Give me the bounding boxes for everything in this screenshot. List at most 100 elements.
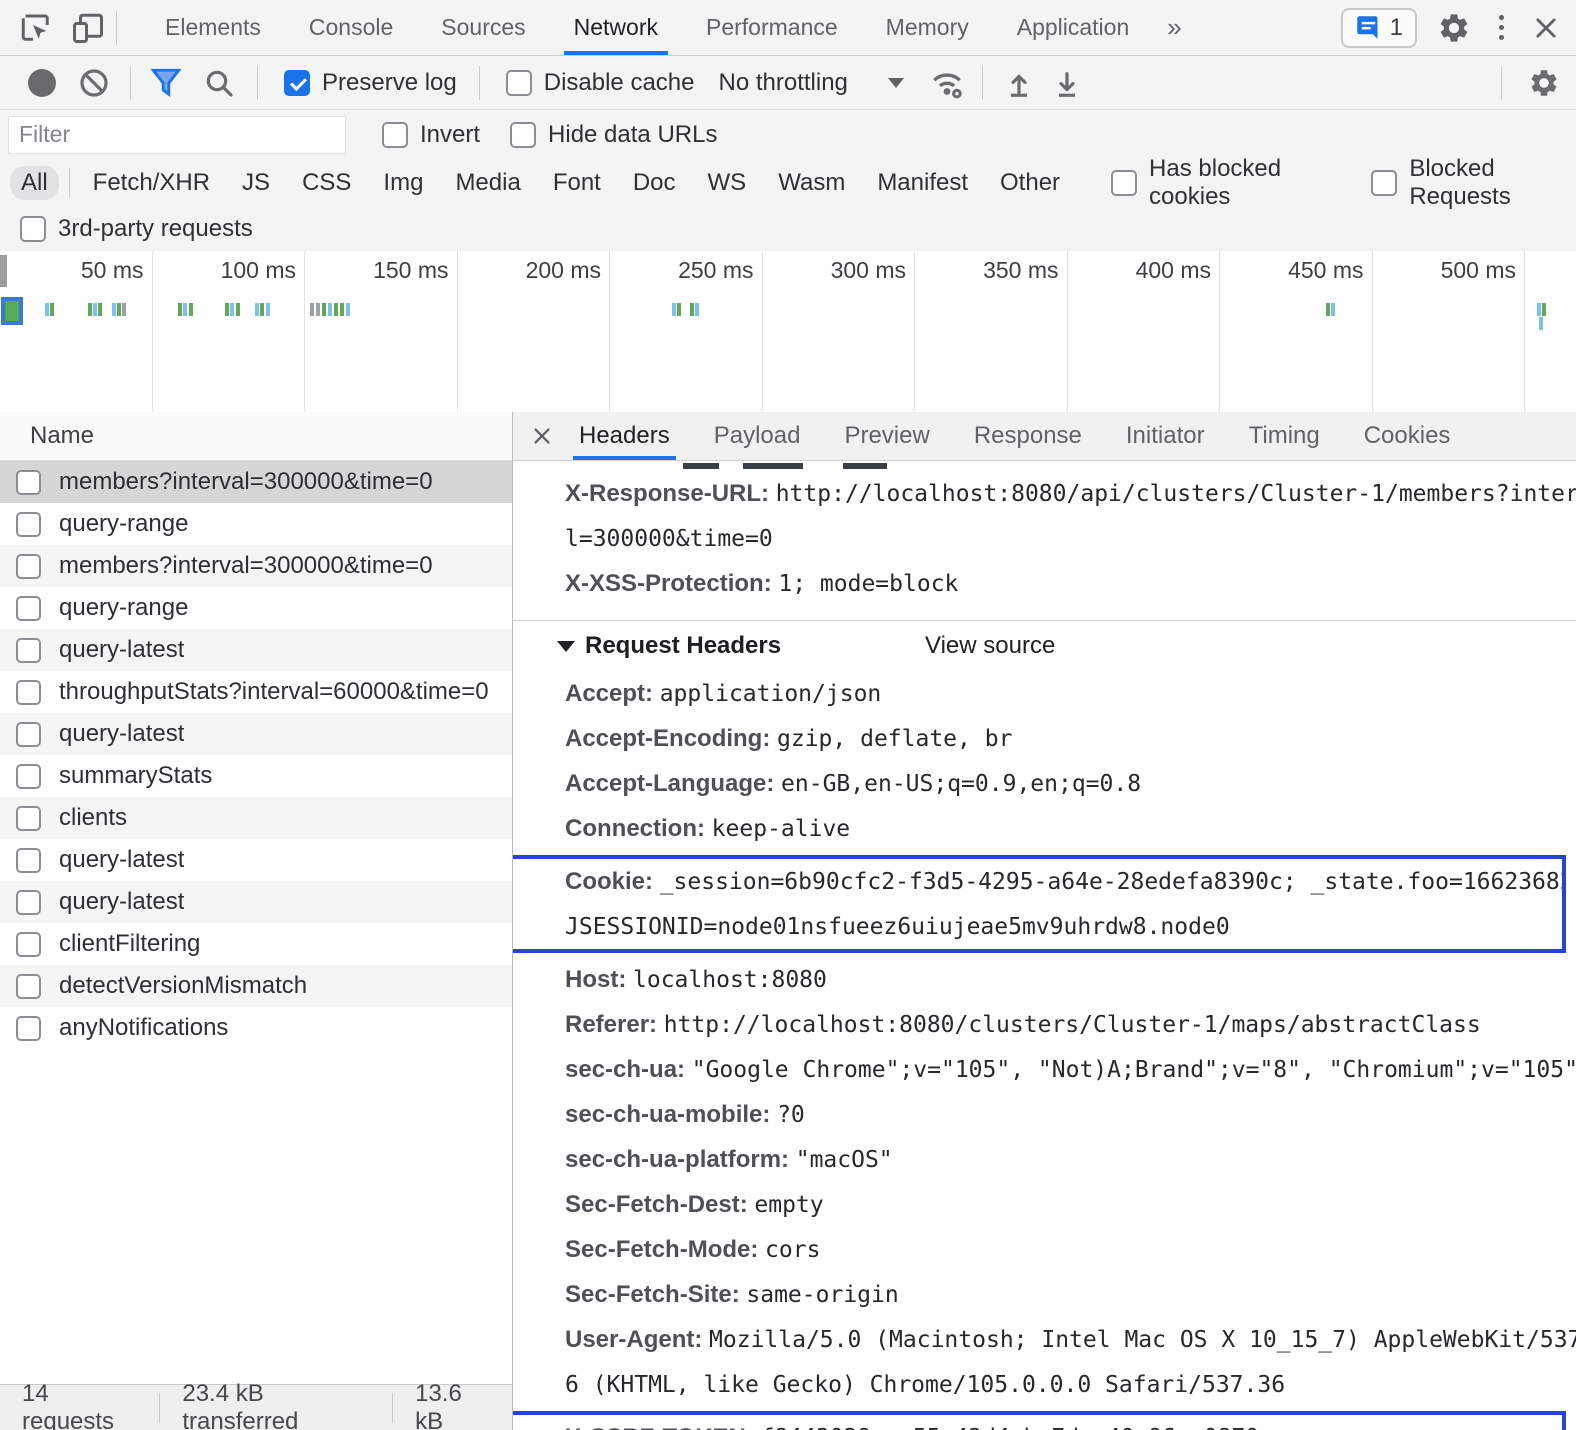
settings-gear-icon[interactable] bbox=[1437, 11, 1471, 45]
invert-checkbox[interactable] bbox=[382, 122, 408, 148]
request-row[interactable]: members?interval=300000&time=0 bbox=[0, 461, 512, 503]
network-overview-timeline[interactable]: 50 ms100 ms150 ms200 ms250 ms300 ms350 m… bbox=[0, 251, 1576, 414]
request-row[interactable]: query-latest bbox=[0, 881, 512, 923]
inspect-element-icon[interactable] bbox=[18, 10, 54, 46]
request-row[interactable]: anyNotifications bbox=[0, 1007, 512, 1049]
third-party-checkbox[interactable] bbox=[20, 216, 46, 242]
search-icon[interactable] bbox=[203, 67, 235, 99]
tab-memory[interactable]: Memory bbox=[862, 0, 993, 55]
blocked-requests-label: Blocked Requests bbox=[1409, 155, 1576, 211]
blocked-requests-toggle[interactable]: Blocked Requests bbox=[1371, 155, 1576, 211]
header-value: ?0 bbox=[777, 1102, 805, 1128]
header-line: Accept-Languageen-GB,en-US;q=0.9,en;q=0.… bbox=[513, 761, 1576, 806]
tab-network[interactable]: Network bbox=[550, 0, 682, 55]
detail-tab-response[interactable]: Response bbox=[974, 412, 1082, 460]
request-checkbox[interactable] bbox=[16, 848, 41, 873]
export-har-icon[interactable] bbox=[1051, 67, 1083, 99]
network-settings-gear-icon[interactable] bbox=[1528, 67, 1560, 99]
view-source-link[interactable]: View source bbox=[925, 632, 1055, 660]
request-checkbox[interactable] bbox=[16, 806, 41, 831]
hide-data-urls-checkbox[interactable] bbox=[510, 122, 536, 148]
request-checkbox[interactable] bbox=[16, 890, 41, 915]
tab-elements[interactable]: Elements bbox=[141, 0, 285, 55]
request-row[interactable]: query-latest bbox=[0, 713, 512, 755]
blocked-requests-checkbox[interactable] bbox=[1371, 170, 1397, 196]
request-checkbox[interactable] bbox=[16, 638, 41, 663]
disable-cache-checkbox[interactable] bbox=[506, 70, 532, 96]
request-checkbox[interactable] bbox=[16, 722, 41, 747]
has-blocked-cookies-checkbox[interactable] bbox=[1111, 170, 1137, 196]
clear-network-log-icon[interactable] bbox=[78, 67, 110, 99]
type-filter-img[interactable]: Img bbox=[372, 166, 434, 200]
request-row[interactable]: detectVersionMismatch bbox=[0, 965, 512, 1007]
request-checkbox[interactable] bbox=[16, 470, 41, 495]
request-row[interactable]: members?interval=300000&time=0 bbox=[0, 545, 512, 587]
header-value: 1; mode=block bbox=[778, 571, 958, 597]
detail-tab-initiator[interactable]: Initiator bbox=[1126, 412, 1205, 460]
type-filter-font[interactable]: Font bbox=[542, 166, 612, 200]
preserve-log-toggle[interactable]: Preserve log bbox=[284, 69, 457, 97]
request-checkbox[interactable] bbox=[16, 974, 41, 999]
filter-input[interactable] bbox=[8, 116, 346, 154]
request-checkbox[interactable] bbox=[16, 680, 41, 705]
more-tabs-chevron[interactable]: » bbox=[1153, 0, 1195, 55]
type-filter-js[interactable]: JS bbox=[231, 166, 281, 200]
third-party-toggle[interactable]: 3rd-party requests bbox=[20, 215, 253, 243]
request-row[interactable]: throughputStats?interval=60000&time=0 bbox=[0, 671, 512, 713]
type-filter-fetch-xhr[interactable]: Fetch/XHR bbox=[82, 166, 221, 200]
type-filter-manifest[interactable]: Manifest bbox=[866, 166, 979, 200]
request-checkbox[interactable] bbox=[16, 1016, 41, 1041]
request-checkbox[interactable] bbox=[16, 512, 41, 537]
preserve-log-checkbox[interactable] bbox=[284, 70, 310, 96]
has-blocked-cookies-toggle[interactable]: Has blocked cookies bbox=[1111, 155, 1339, 211]
request-timing-marker bbox=[340, 303, 344, 316]
request-row[interactable]: clientFiltering bbox=[0, 923, 512, 965]
tab-console[interactable]: Console bbox=[285, 0, 417, 55]
type-filter-media[interactable]: Media bbox=[444, 166, 531, 200]
detail-tab-preview[interactable]: Preview bbox=[844, 412, 929, 460]
more-options-icon[interactable] bbox=[1491, 15, 1512, 40]
close-detail-icon[interactable] bbox=[531, 425, 553, 447]
type-filter-css[interactable]: CSS bbox=[291, 166, 362, 200]
issues-badge[interactable]: 1 bbox=[1341, 8, 1417, 48]
network-conditions-icon[interactable] bbox=[928, 66, 966, 100]
request-checkbox[interactable] bbox=[16, 764, 41, 789]
type-filter-doc[interactable]: Doc bbox=[622, 166, 687, 200]
timeline-scrubber[interactable] bbox=[0, 255, 7, 287]
detail-tab-payload[interactable]: Payload bbox=[714, 412, 801, 460]
detail-tab-headers[interactable]: Headers bbox=[579, 412, 670, 460]
invert-toggle[interactable]: Invert bbox=[382, 121, 480, 149]
header-line: Sec-Fetch-Modecors bbox=[513, 1227, 1576, 1272]
request-checkbox[interactable] bbox=[16, 596, 41, 621]
close-devtools-icon[interactable] bbox=[1532, 14, 1560, 42]
name-column-header[interactable]: Name bbox=[0, 412, 512, 461]
throttling-dropdown[interactable]: No throttling bbox=[718, 69, 903, 97]
type-filter-ws[interactable]: WS bbox=[697, 166, 758, 200]
tab-sources[interactable]: Sources bbox=[417, 0, 549, 55]
disable-cache-toggle[interactable]: Disable cache bbox=[506, 69, 695, 97]
request-checkbox[interactable] bbox=[16, 932, 41, 957]
detail-tab-timing[interactable]: Timing bbox=[1249, 412, 1320, 460]
request-name: query-latest bbox=[59, 888, 184, 916]
request-row[interactable]: query-latest bbox=[0, 629, 512, 671]
record-network-log-button[interactable] bbox=[28, 69, 56, 97]
headers-content: X-Response-URLhttp://localhost:8080/api/… bbox=[513, 461, 1576, 1430]
request-row[interactable]: query-range bbox=[0, 587, 512, 629]
request-row[interactable]: query-latest bbox=[0, 839, 512, 881]
filter-funnel-icon[interactable] bbox=[149, 67, 183, 99]
import-har-icon[interactable] bbox=[1003, 67, 1035, 99]
timeline-tick-label: 450 ms bbox=[1220, 251, 1372, 284]
detail-tab-cookies[interactable]: Cookies bbox=[1364, 412, 1451, 460]
collapse-triangle-icon[interactable] bbox=[557, 641, 575, 652]
type-filter-wasm[interactable]: Wasm bbox=[767, 166, 856, 200]
request-checkbox[interactable] bbox=[16, 554, 41, 579]
request-row[interactable]: summaryStats bbox=[0, 755, 512, 797]
tab-performance[interactable]: Performance bbox=[682, 0, 862, 55]
type-filter-other[interactable]: Other bbox=[989, 166, 1071, 200]
request-row[interactable]: query-range bbox=[0, 503, 512, 545]
request-row[interactable]: clients bbox=[0, 797, 512, 839]
hide-data-urls-toggle[interactable]: Hide data URLs bbox=[510, 121, 717, 149]
device-toolbar-icon[interactable] bbox=[70, 10, 106, 46]
type-filter-all[interactable]: All bbox=[10, 166, 59, 200]
tab-application[interactable]: Application bbox=[993, 0, 1154, 55]
